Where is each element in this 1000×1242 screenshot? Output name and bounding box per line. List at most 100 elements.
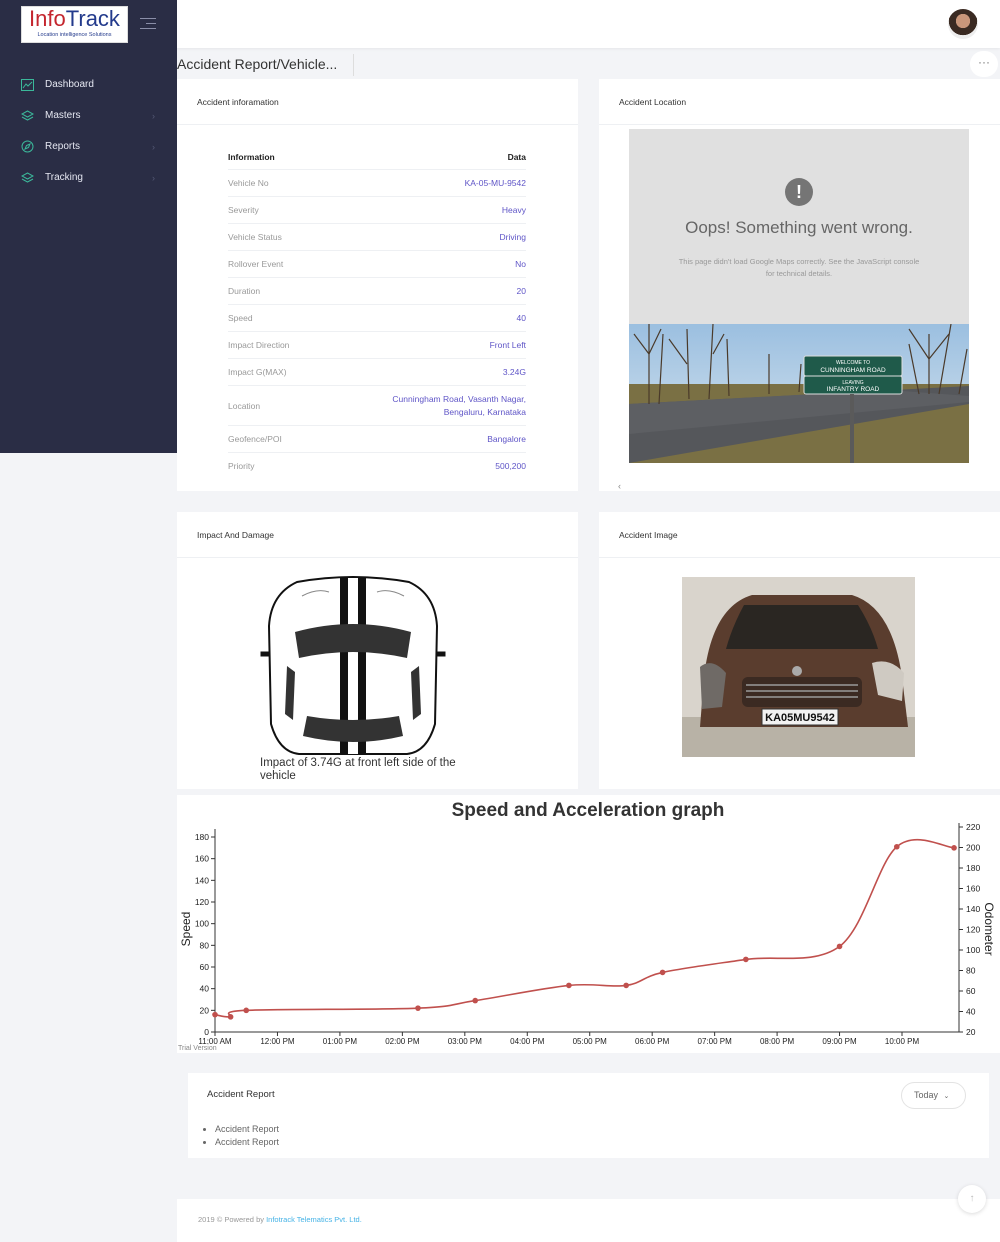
- logo-part1: Info: [29, 6, 66, 31]
- sidebar-item-label: Tracking: [45, 172, 83, 183]
- logo[interactable]: InfoTrack Location intelligence Solution…: [21, 6, 128, 43]
- layers-icon: [20, 109, 34, 123]
- table-row: Vehicle Status Driving: [228, 223, 526, 250]
- data-point: [623, 982, 629, 989]
- card-title: Accident Location: [599, 79, 1000, 125]
- compass-icon: [20, 140, 34, 154]
- card-title: Accident Report: [207, 1089, 275, 1100]
- chart-icon: [20, 78, 34, 92]
- y2-tick-label: 60: [966, 986, 976, 996]
- carousel-prev-button[interactable]: ‹: [618, 481, 621, 491]
- y-tick-label: 140: [195, 875, 209, 885]
- impact-damage-card: Impact And Damage Impact of 3.74G at fro…: [177, 512, 578, 789]
- y2-tick-label: 120: [966, 925, 980, 935]
- row-value: 500,200: [495, 460, 526, 471]
- data-point: [472, 997, 479, 1004]
- accident-info-card: Accident inforamation Information Data V…: [177, 79, 578, 491]
- x-tick-label: 07:00 PM: [698, 1037, 733, 1046]
- row-key: Vehicle No: [228, 178, 269, 188]
- table-row: Priority 500,200: [228, 452, 526, 479]
- x-tick-label: 10:00 PM: [885, 1037, 920, 1046]
- data-point: [951, 845, 957, 851]
- more-options-button[interactable]: ···: [970, 51, 998, 77]
- y2-axis-label: Odometer: [982, 902, 996, 955]
- period-filter-dropdown[interactable]: Today ⌄: [901, 1082, 966, 1109]
- footer-text: 2019 © Powered by Infotrack Telematics P…: [198, 1215, 362, 1224]
- x-tick-label: 12:00 PM: [260, 1037, 295, 1046]
- y2-tick-label: 180: [966, 863, 980, 873]
- x-tick-label: 05:00 PM: [573, 1037, 608, 1046]
- row-key: Duration: [228, 286, 261, 296]
- column-header-information: Information: [228, 152, 275, 162]
- info-table: Information Data Vehicle No KA-05-MU-9542…: [228, 145, 526, 479]
- menu-toggle-icon[interactable]: [140, 18, 156, 30]
- scroll-to-top-button[interactable]: ↑: [958, 1185, 986, 1213]
- data-point: [243, 1007, 250, 1014]
- copyright-text: 2019 © Powered by: [198, 1215, 264, 1224]
- row-key: Vehicle Status: [228, 232, 282, 242]
- x-tick-label: 03:00 PM: [448, 1037, 483, 1046]
- company-link[interactable]: Infotrack Telematics Pvt. Ltd.: [266, 1215, 362, 1224]
- y-tick-label: 20: [200, 1005, 210, 1015]
- sidebar-item-dashboard[interactable]: Dashboard: [0, 69, 177, 100]
- row-value: Front Left: [489, 339, 526, 350]
- column-header-data: Data: [507, 152, 526, 162]
- sidebar-item-masters[interactable]: Masters ›: [0, 100, 177, 131]
- sign-text: WELCOME TO: [836, 360, 870, 366]
- accident-image-card: Accident Image KA05MU9542: [599, 512, 1000, 789]
- row-value: KA-05-MU-9542: [464, 177, 526, 188]
- table-row: Location Cunningham Road, Vasanth Nagar, …: [228, 385, 526, 425]
- accident-location-card: Accident Location ! Oops! Something went…: [599, 79, 1000, 491]
- map-error-panel[interactable]: ! Oops! Something went wrong. This page …: [629, 129, 969, 324]
- chevron-right-icon: ›: [152, 110, 155, 121]
- period-filter-value: Today: [914, 1090, 939, 1100]
- street-photo: WELCOME TO CUNNINGHAM ROAD LEAVING INFAN…: [629, 324, 969, 463]
- series-line: [214, 838, 955, 1018]
- logo-tagline: Location intelligence Solutions: [37, 32, 112, 38]
- chevron-down-icon: ⌄: [943, 1093, 950, 1100]
- y-tick-label: 100: [195, 919, 209, 929]
- speed-chart: Speed and Acceleration graph Speed Odome…: [178, 800, 996, 1052]
- speed-chart-card: Speed and Acceleration graph Speed Odome…: [177, 795, 1000, 1053]
- table-row: Geofence/POI Bangalore: [228, 425, 526, 452]
- data-point: [836, 943, 843, 950]
- row-value: Driving: [499, 231, 526, 242]
- y-tick-label: 0: [204, 1027, 209, 1037]
- row-value: 40: [516, 312, 526, 323]
- alert-icon: !: [785, 178, 813, 206]
- sidebar-item-reports[interactable]: Reports ›: [0, 131, 177, 162]
- report-link[interactable]: Accident Report: [215, 1123, 279, 1136]
- x-tick-label: 01:00 PM: [323, 1037, 358, 1046]
- data-point: [743, 956, 749, 963]
- layers-icon: [20, 171, 34, 185]
- row-value: No: [515, 258, 526, 269]
- license-plate-text: KA05MU9542: [765, 712, 835, 724]
- data-point: [212, 1011, 218, 1018]
- sidebar-item-tracking[interactable]: Tracking ›: [0, 162, 177, 193]
- x-tick-label: 02:00 PM: [385, 1037, 420, 1046]
- chevron-right-icon: ›: [152, 172, 155, 183]
- table-row: Severity Heavy: [228, 196, 526, 223]
- y-tick-label: 80: [200, 940, 210, 950]
- data-point: [415, 1005, 421, 1011]
- y2-tick-label: 40: [966, 1007, 976, 1017]
- chart-title: Speed and Acceleration graph: [452, 800, 725, 821]
- row-value: Bangalore: [487, 433, 526, 444]
- sign-text: CUNNINGHAM ROAD: [820, 367, 886, 374]
- x-tick-label: 11:00 AM: [198, 1037, 232, 1046]
- top-bar: [177, 0, 1000, 48]
- accident-report-card: Accident Report Today ⌄ Accident Report …: [188, 1073, 989, 1158]
- row-key: Rollover Event: [228, 259, 284, 269]
- card-title: Accident Image: [599, 512, 1000, 558]
- data-point: [659, 969, 666, 976]
- avatar[interactable]: [948, 9, 978, 39]
- sign-text: INFANTRY ROAD: [827, 386, 880, 393]
- y2-tick-label: 20: [966, 1027, 976, 1037]
- x-tick-label: 04:00 PM: [510, 1037, 545, 1046]
- sidebar-item-label: Dashboard: [45, 79, 94, 90]
- report-link[interactable]: Accident Report: [215, 1136, 279, 1149]
- row-key: Speed: [228, 313, 253, 323]
- card-title: Impact And Damage: [177, 512, 578, 558]
- chart-watermark: Trial Version: [178, 1045, 217, 1052]
- row-key: Location: [228, 400, 261, 411]
